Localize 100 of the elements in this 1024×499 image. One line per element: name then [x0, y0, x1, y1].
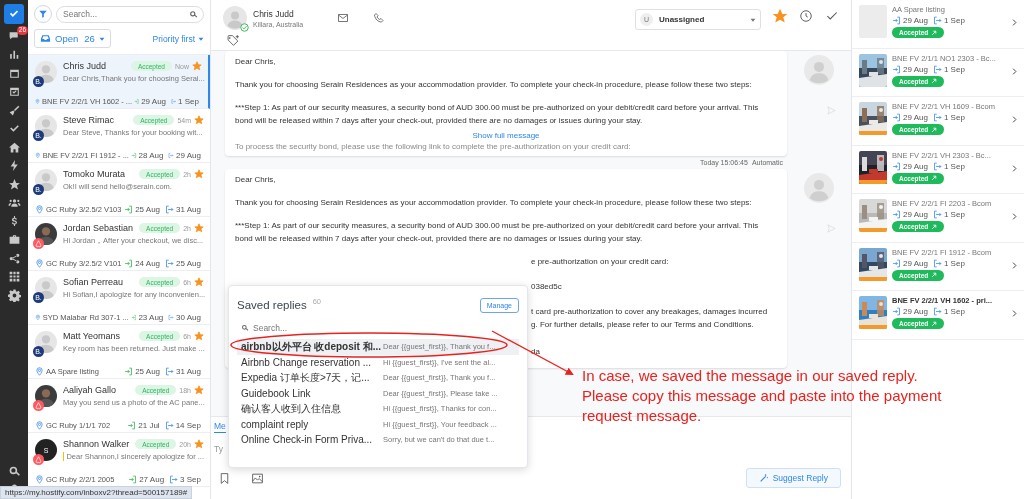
guest-name: Chris Judd: [253, 8, 295, 19]
image-icon[interactable]: [251, 471, 264, 485]
settings-icon[interactable]: [7, 288, 21, 302]
message-text: Dear Chris,: [235, 56, 277, 68]
search-icon[interactable]: [189, 9, 198, 19]
message-text: t card pre-authorization to cover any breakages, damages incurred: [531, 306, 769, 318]
check-in-icon: [130, 150, 137, 160]
mail-icon[interactable]: [337, 12, 350, 24]
guest-name: Chris Judd: [63, 61, 108, 71]
clock-icon[interactable]: [799, 9, 813, 23]
share-icon[interactable]: [7, 251, 21, 265]
check-in-icon: [130, 312, 137, 322]
calendar-check-icon[interactable]: [7, 85, 21, 99]
sender-avatar: [804, 173, 834, 203]
check-out-icon: [932, 258, 942, 268]
check-out-icon: [164, 420, 174, 430]
star-icon[interactable]: [194, 115, 204, 125]
check-in-icon: [124, 366, 134, 376]
guest-avatar: [223, 6, 247, 30]
check-out-date: 3 Sep: [180, 474, 201, 484]
star-icon[interactable]: [194, 439, 204, 449]
send-icon: [825, 223, 837, 234]
check-icon[interactable]: [825, 9, 839, 23]
check-in-icon: [127, 420, 137, 430]
location-pin-icon: [35, 204, 44, 214]
show-full-message-link[interactable]: Show full message: [472, 131, 540, 140]
star-icon[interactable]: [194, 385, 204, 395]
location-pin-icon: [35, 474, 44, 484]
message-text: Thank you for choosing Serain Residences as your accommodation provider. To complete your check-in procedure, please follow these two steps:: [235, 197, 753, 209]
chevron-right-icon[interactable]: [1011, 261, 1018, 269]
check-in-date: 24 Aug: [135, 258, 161, 268]
location-pin-icon: [35, 150, 41, 160]
star-icon[interactable]: [194, 277, 204, 287]
filter-icon: [38, 9, 48, 19]
star-icon[interactable]: [194, 223, 204, 233]
check-in-icon: [124, 258, 134, 268]
broom-icon[interactable]: [7, 103, 21, 117]
guest-name: Aaliyah Gallo: [63, 385, 118, 395]
phone-icon[interactable]: [373, 12, 386, 24]
status-dropdown[interactable]: Open 26: [34, 29, 111, 48]
caret-icon: [198, 35, 204, 42]
check-out-icon: [171, 96, 177, 106]
check-in-date: 29 Aug: [903, 113, 928, 122]
sort-dropdown[interactable]: Priority first: [152, 33, 204, 44]
suggest-reply-button[interactable]: Suggest Reply: [745, 468, 841, 488]
star-icon[interactable]: [194, 169, 204, 179]
chevron-right-icon[interactable]: [1011, 67, 1018, 75]
external-link-icon: [931, 126, 938, 133]
app-logo-icon[interactable]: [4, 4, 24, 24]
avatar: [35, 277, 57, 299]
message-text: g. For further details, please refer to our Terms and Conditions.: [531, 319, 755, 331]
check-out-date: 31 Aug: [176, 366, 201, 376]
star-icon[interactable]: [192, 61, 202, 71]
chevron-right-icon[interactable]: [1011, 213, 1018, 220]
check-out-icon: [168, 312, 175, 322]
check-in-icon: [892, 64, 901, 74]
grid-icon[interactable]: [7, 270, 21, 284]
add-tag-icon[interactable]: [227, 34, 240, 47]
star-icon[interactable]: [194, 331, 204, 341]
message-text: e pre-authorization on your credit card:: [531, 256, 670, 268]
star-icon[interactable]: [7, 177, 21, 191]
search-field[interactable]: Search...: [56, 5, 204, 23]
check-in-date: 29 Aug: [903, 258, 928, 268]
check-in-icon: [892, 210, 901, 219]
chevron-right-icon[interactable]: [1011, 310, 1018, 317]
bar-chart-icon[interactable]: [7, 48, 21, 62]
check-out-icon: [932, 113, 942, 122]
chevron-right-icon[interactable]: [1011, 164, 1018, 172]
message-tab[interactable]: Me: [214, 421, 226, 433]
bookmark-icon[interactable]: [218, 471, 231, 485]
home-icon[interactable]: [7, 140, 21, 154]
check-out-date: 30 Aug: [176, 312, 201, 322]
briefcase-icon[interactable]: [7, 233, 21, 247]
check-out-icon: [168, 150, 175, 160]
users-icon[interactable]: [7, 196, 21, 210]
chevron-right-icon[interactable]: [1011, 19, 1018, 26]
check-out-icon: [165, 204, 175, 214]
guest-name: Matt Yeomans: [63, 331, 122, 341]
check-in-date: 29 Aug: [903, 16, 928, 25]
check-in-date: 28 Aug: [138, 150, 164, 160]
search-icon[interactable]: [7, 464, 21, 478]
check-out-date: 25 Aug: [176, 258, 201, 268]
location-pin-icon: [35, 258, 44, 268]
check-in-icon: [128, 474, 138, 484]
message-text: 038ed5c: [531, 281, 563, 293]
check-out-icon: [932, 64, 942, 74]
check-out-date: 1 Sep: [943, 161, 965, 171]
star-icon[interactable]: [773, 9, 787, 23]
check-out-icon: [165, 258, 175, 268]
location-pin-icon: [35, 366, 44, 376]
avatar: [35, 169, 57, 191]
check-in-icon: [892, 258, 901, 268]
annotation-text: In case, we saved the message in our saved reply. Please copy this message and paste into the payment request message.: [582, 366, 943, 426]
check-in-date: 23 Aug: [138, 312, 164, 322]
check-in-date: 29 Aug: [903, 64, 928, 74]
caret-icon: [750, 16, 756, 23]
search-field[interactable]: Search...: [253, 323, 519, 333]
guest-name: Tomoko Murata: [63, 169, 127, 179]
filter-button[interactable]: [34, 5, 52, 23]
chevron-right-icon[interactable]: [1011, 116, 1018, 123]
